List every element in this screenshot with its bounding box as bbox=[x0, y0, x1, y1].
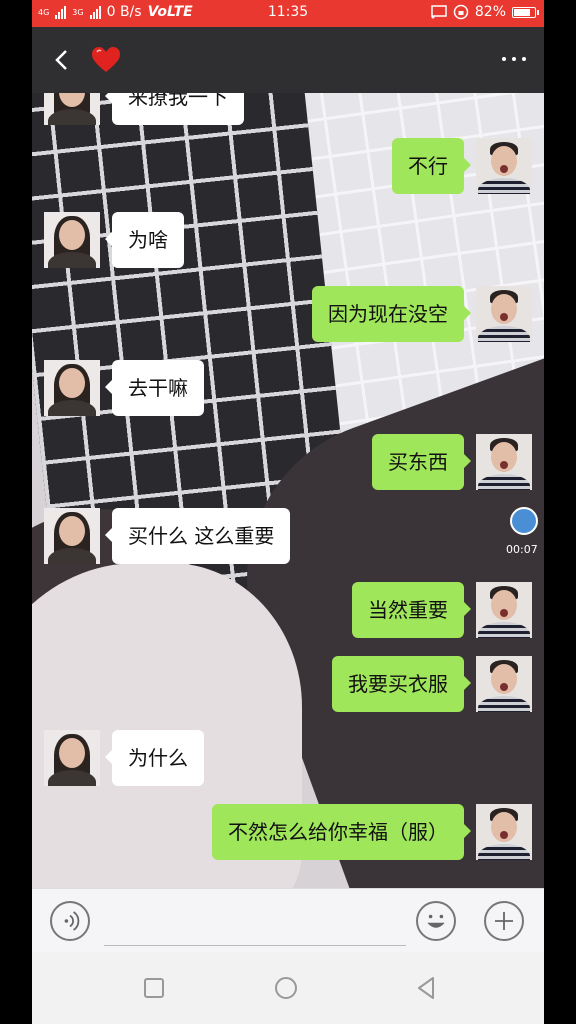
my-avatar[interactable] bbox=[476, 656, 532, 712]
back-icon[interactable] bbox=[414, 976, 438, 1000]
floating-time: 00:07 bbox=[506, 543, 538, 556]
input-bar bbox=[32, 888, 544, 953]
battery-fill bbox=[514, 8, 530, 16]
outgoing-message-bubble[interactable]: 当然重要 bbox=[352, 582, 471, 638]
contact-avatar[interactable] bbox=[44, 360, 100, 416]
message-input[interactable] bbox=[104, 903, 406, 946]
outgoing-message-bubble[interactable]: 我要买衣服 bbox=[332, 656, 471, 712]
contact-avatar[interactable] bbox=[44, 93, 100, 125]
outgoing-message-bubble[interactable]: 不行 bbox=[392, 138, 471, 194]
incoming-message-bubble[interactable]: 为啥 bbox=[105, 212, 184, 268]
message-row: 去干嘛 bbox=[32, 360, 544, 418]
my-avatar[interactable] bbox=[476, 138, 532, 194]
outgoing-message-bubble[interactable]: 不然怎么给你幸福（服） bbox=[212, 804, 471, 860]
status-right: 82% bbox=[431, 4, 539, 20]
message-row: 为什么 bbox=[32, 730, 544, 788]
emoji-icon[interactable] bbox=[416, 901, 456, 941]
contact-avatar[interactable] bbox=[44, 730, 100, 786]
contact-avatar[interactable] bbox=[44, 508, 100, 564]
my-avatar[interactable] bbox=[476, 804, 532, 860]
outgoing-message-bubble[interactable]: 因为现在没空 bbox=[312, 286, 471, 342]
contact-avatar[interactable] bbox=[44, 212, 100, 268]
my-avatar[interactable] bbox=[476, 286, 532, 342]
my-avatar[interactable] bbox=[476, 434, 532, 490]
message-row: 买东西 bbox=[32, 434, 544, 492]
home-icon[interactable] bbox=[274, 976, 298, 1000]
message-row: 因为现在没空 bbox=[32, 286, 544, 344]
back-arrow-icon[interactable] bbox=[48, 45, 76, 75]
message-row: 当然重要 bbox=[32, 582, 544, 640]
incoming-message-bubble[interactable]: 来撩我一下 bbox=[105, 93, 244, 125]
my-avatar[interactable] bbox=[476, 582, 532, 638]
recent-apps-icon[interactable] bbox=[142, 976, 166, 1000]
outgoing-message-bubble[interactable]: 买东西 bbox=[372, 434, 471, 490]
message-row: 买什么 这么重要 bbox=[32, 508, 544, 566]
message-row: 我要买衣服 bbox=[32, 656, 544, 714]
voice-icon[interactable] bbox=[50, 901, 90, 941]
chat-area[interactable]: 来撩我一下不行为啥因为现在没空去干嘛买东西买什么 这么重要当然重要我要买衣服为什… bbox=[32, 93, 544, 888]
message-row: 为啥 bbox=[32, 212, 544, 270]
navigation-bar bbox=[32, 952, 544, 1024]
incoming-message-bubble[interactable]: 买什么 这么重要 bbox=[104, 508, 291, 564]
heart-icon bbox=[92, 47, 120, 72]
cast-icon bbox=[431, 5, 447, 19]
more-dots-icon[interactable] bbox=[502, 57, 526, 61]
battery-icon bbox=[512, 6, 539, 18]
floating-ball[interactable] bbox=[510, 507, 538, 535]
battery-percent: 82% bbox=[474, 4, 506, 20]
message-row: 来撩我一下 bbox=[32, 93, 544, 127]
chat-title-bar bbox=[32, 27, 544, 93]
message-row: 不然怎么给你幸福（服） bbox=[32, 804, 544, 862]
status-bar: 4G 3G 0 B/s VoLTE 11:35 82% bbox=[32, 0, 544, 27]
message-row: 不行 bbox=[32, 138, 544, 196]
incoming-message-bubble[interactable]: 去干嘛 bbox=[105, 360, 204, 416]
incoming-message-bubble[interactable]: 为什么 bbox=[105, 730, 204, 786]
plus-icon[interactable] bbox=[484, 901, 524, 941]
phone-screen: 4G 3G 0 B/s VoLTE 11:35 82% 来撩我一下 不行 为啥 … bbox=[32, 0, 544, 1024]
alarm-lock-icon bbox=[453, 4, 469, 20]
